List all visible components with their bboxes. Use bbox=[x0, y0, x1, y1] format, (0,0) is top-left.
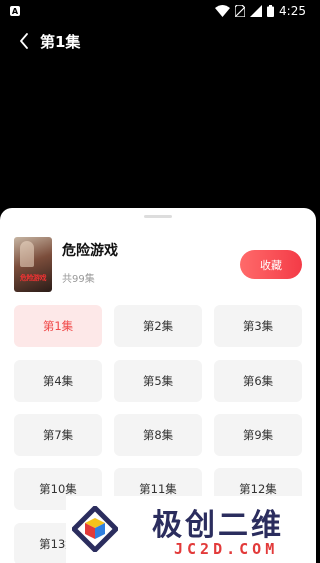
episode-4[interactable]: 第4集 bbox=[14, 360, 102, 402]
book-cover: 危险游戏 bbox=[14, 237, 52, 292]
episode-8[interactable]: 第8集 bbox=[114, 414, 202, 456]
watermark-english: JC2D.COM bbox=[174, 540, 279, 558]
back-button[interactable] bbox=[12, 29, 36, 53]
episode-5[interactable]: 第5集 bbox=[114, 360, 202, 402]
page-title: 第1集 bbox=[40, 32, 81, 51]
wifi-icon bbox=[215, 5, 231, 17]
status-right: 4:25 bbox=[215, 4, 306, 18]
episode-2[interactable]: 第2集 bbox=[114, 305, 202, 347]
cube-logo-icon bbox=[72, 506, 118, 552]
status-bar: A 4:25 bbox=[0, 0, 316, 22]
episode-count: 共99集 bbox=[62, 274, 95, 285]
chevron-left-icon bbox=[20, 33, 28, 49]
top-bar: 第1集 bbox=[0, 28, 316, 54]
episode-6[interactable]: 第6集 bbox=[214, 360, 302, 402]
cover-title: 危险游戏 bbox=[20, 274, 47, 282]
notification-icon: A bbox=[10, 6, 20, 16]
episode-1[interactable]: 第1集 bbox=[14, 305, 102, 347]
watermark-chinese: 极创二维 bbox=[152, 508, 284, 543]
drag-handle[interactable] bbox=[144, 215, 172, 218]
episode-9[interactable]: 第9集 bbox=[214, 414, 302, 456]
episode-7[interactable]: 第7集 bbox=[14, 414, 102, 456]
collect-button[interactable]: 收藏 bbox=[240, 250, 302, 279]
status-left: A bbox=[10, 6, 20, 16]
signal-icon bbox=[250, 5, 263, 17]
watermark: 极创二维 JC2D.COM bbox=[66, 496, 316, 563]
no-sim-icon bbox=[235, 5, 246, 17]
clock: 4:25 bbox=[279, 4, 306, 18]
episode-3[interactable]: 第3集 bbox=[214, 305, 302, 347]
book-title: 危险游戏 bbox=[62, 243, 118, 259]
battery-icon bbox=[267, 5, 275, 17]
